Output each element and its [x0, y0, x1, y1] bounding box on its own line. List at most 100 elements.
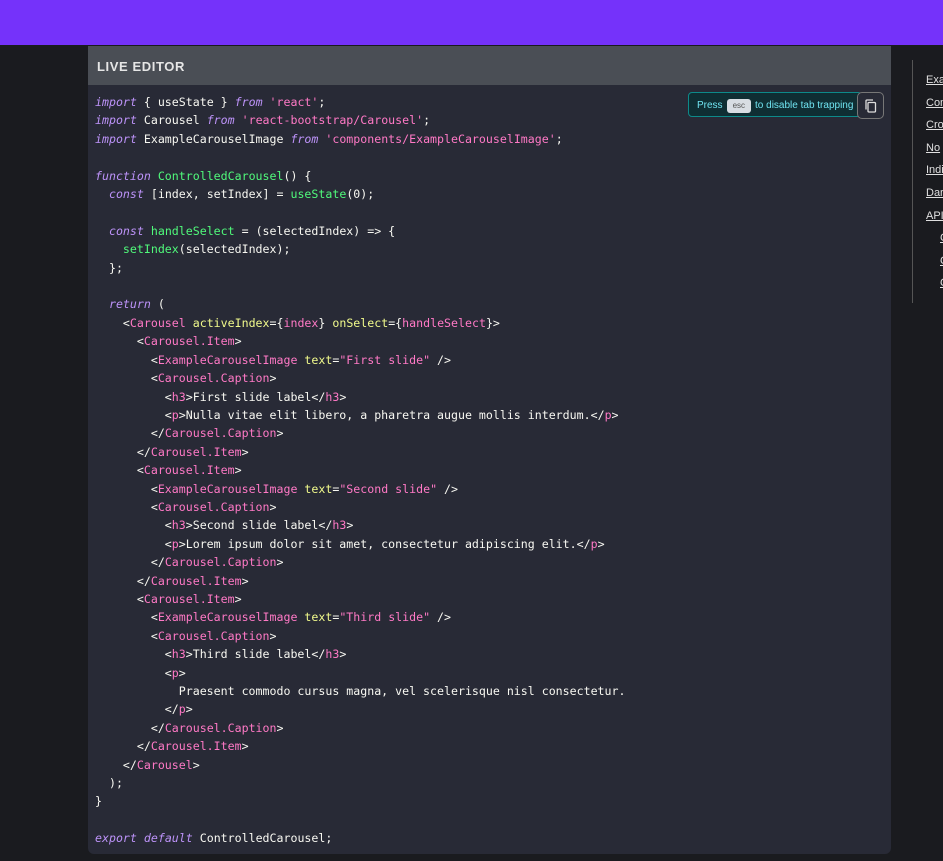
code-token: Carousel — [136, 757, 193, 772]
code-token: activeIndex — [192, 315, 270, 330]
code-line: <Carousel.Item> — [95, 590, 625, 608]
code-token: Carousel.Caption — [157, 628, 270, 643]
code-line: <h3>First slide label</h3> — [95, 388, 625, 406]
code-token: import — [95, 113, 137, 128]
code-token: < — [95, 536, 172, 551]
code-token: ExampleCarouselImage — [157, 610, 298, 625]
code-token: onSelect — [332, 315, 389, 330]
toc-link[interactable]: No — [926, 142, 940, 154]
code-token: </ — [95, 426, 165, 441]
code-token: > — [185, 702, 193, 717]
code-line: const [index, setIndex] = useState(0); — [95, 185, 625, 203]
code-line: function ControlledCarousel() { — [95, 167, 625, 185]
code-token: < — [95, 591, 144, 606]
code-token: >Lorem ipsum dolor sit amet, consectetur… — [178, 536, 591, 551]
code-token: > — [276, 426, 284, 441]
code-token: ); — [95, 776, 123, 791]
code-token: "Second slide" — [339, 481, 438, 496]
code-token: ExampleCarouselImage — [157, 352, 298, 367]
code-token: p — [171, 536, 179, 551]
toc-link[interactable]: API — [926, 210, 943, 222]
code-editor[interactable]: import { useState } from 'react'; import … — [95, 93, 625, 848]
code-token: Carousel.Caption — [164, 555, 277, 570]
code-token: p — [178, 702, 186, 717]
code-token: h3 — [332, 518, 347, 533]
code-token: text — [304, 610, 333, 625]
toc-link[interactable]: Con — [926, 97, 943, 109]
code-token: p — [171, 407, 179, 422]
code-token: < — [95, 352, 158, 367]
code-token: > — [339, 389, 347, 404]
code-token: h3 — [171, 518, 186, 533]
code-token: } — [318, 315, 333, 330]
code-token: > — [269, 371, 277, 386]
code-token: ; — [423, 113, 431, 128]
toc-link[interactable]: Dar — [926, 187, 943, 199]
code-token: < — [95, 518, 172, 533]
code-token: < — [95, 371, 158, 386]
code-token: </ — [95, 720, 165, 735]
code-token: } — [95, 794, 102, 809]
code-token: > — [339, 647, 347, 662]
code-line: <Carousel.Item> — [95, 332, 625, 350]
code-token: > — [346, 518, 354, 533]
code-token: p — [590, 536, 598, 551]
code-token: > — [234, 334, 242, 349]
esc-key: esc — [726, 99, 752, 113]
code-token: text — [304, 352, 333, 367]
code-line: <ExampleCarouselImage text="First slide"… — [95, 351, 625, 369]
code-token: Carousel.Item — [150, 444, 242, 459]
toc-link[interactable]: Exa — [926, 74, 943, 86]
code-token: Carousel.Item — [150, 573, 242, 588]
code-token: export — [95, 831, 137, 846]
code-token: default — [143, 831, 193, 846]
code-token: }; — [95, 260, 123, 275]
code-token: useState — [290, 187, 347, 202]
code-token: > — [192, 757, 200, 772]
code-token: > — [611, 407, 619, 422]
code-token: setIndex — [122, 242, 179, 257]
code-token: handleSelect — [150, 223, 235, 238]
top-navbar — [0, 0, 943, 45]
code-token: index — [283, 315, 319, 330]
code-token: h3 — [171, 647, 186, 662]
code-line: <Carousel.Caption> — [95, 498, 625, 516]
code-line: <ExampleCarouselImage text="Second slide… — [95, 480, 625, 498]
code-token: < — [95, 463, 144, 478]
hint-suffix: to disable tab trapping — [755, 100, 854, 111]
code-token: >Nulla vitae elit libero, a pharetra aug… — [178, 407, 605, 422]
code-token: < — [95, 610, 158, 625]
toc-link[interactable]: Cro — [926, 119, 943, 131]
code-line: </Carousel> — [95, 756, 625, 774]
code-token: Carousel.Caption — [164, 426, 277, 441]
code-token: </ — [95, 702, 179, 717]
code-token: </ — [95, 757, 137, 772]
code-token: handleSelect — [402, 315, 486, 330]
code-line: <Carousel.Caption> — [95, 627, 625, 645]
code-token: < — [95, 665, 172, 680]
code-token: Carousel.Caption — [164, 720, 277, 735]
code-token: Carousel.Item — [143, 463, 235, 478]
toc-link[interactable]: Indi — [926, 164, 943, 176]
code-line: export default ControlledCarousel; — [95, 829, 625, 847]
code-line: import ExampleCarouselImage from 'compon… — [95, 130, 625, 148]
code-line: </Carousel.Item> — [95, 737, 625, 755]
code-token: ={ — [269, 315, 284, 330]
code-token: p — [604, 407, 612, 422]
code-token: ControlledCarousel; — [192, 831, 333, 846]
code-token: function — [95, 168, 151, 183]
code-token: > — [597, 536, 605, 551]
code-token: const — [108, 223, 144, 238]
code-token: < — [95, 315, 130, 330]
code-token: ; — [555, 131, 563, 146]
code-line: </Carousel.Item> — [95, 572, 625, 590]
code-line: </Carousel.Caption> — [95, 719, 625, 737]
code-token: /> — [430, 610, 452, 625]
code-token: 'components/ExampleCarouselImage' — [318, 131, 556, 146]
copy-code-button[interactable] — [857, 92, 884, 119]
